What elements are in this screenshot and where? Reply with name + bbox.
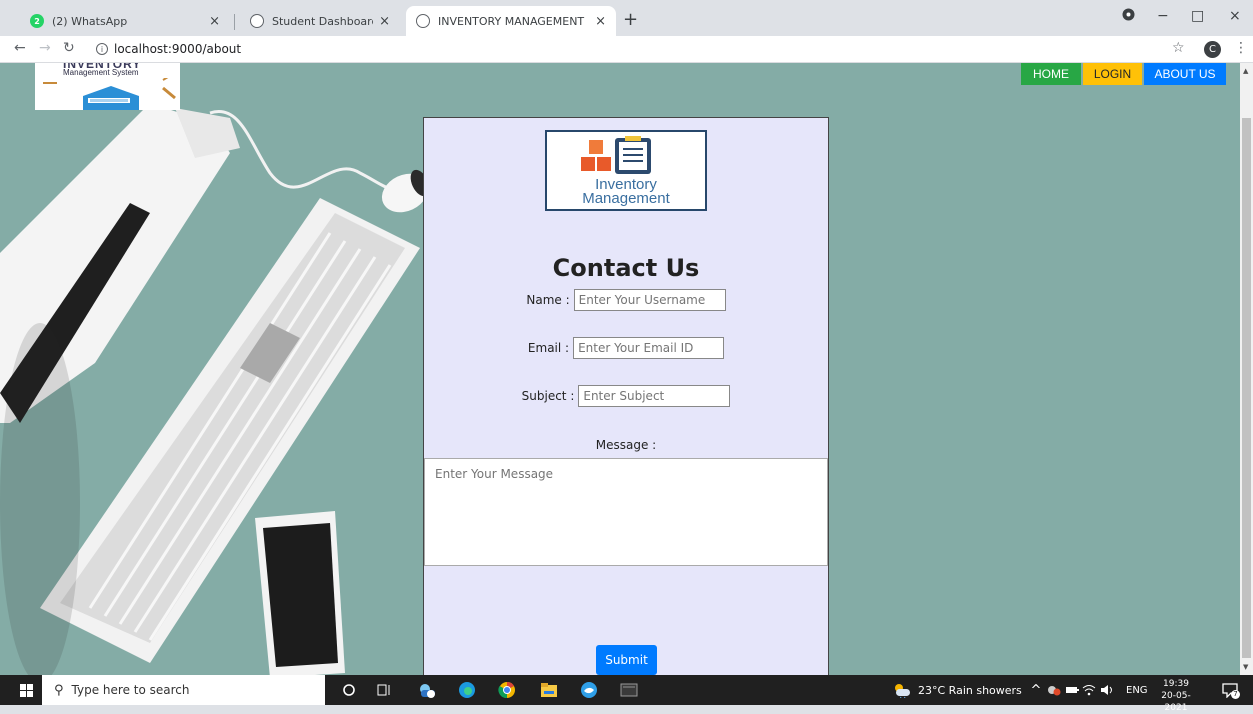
clock-date: 20-05-2021 (1161, 691, 1191, 713)
reload-icon[interactable]: ↻ (63, 40, 75, 56)
submit-button[interactable]: Submit (596, 645, 657, 675)
inventory-management-logo: Inventory Management (545, 130, 707, 211)
scrollbar-thumb[interactable] (1242, 118, 1251, 658)
logo-subtitle: Management System (63, 68, 139, 77)
address-bar[interactable]: i localhost:9000/about (96, 38, 1166, 60)
tab-separator (234, 14, 235, 30)
store-app-icon[interactable] (580, 681, 598, 699)
nav-about-us-button[interactable]: ABOUT US (1144, 63, 1226, 85)
notification-center-icon[interactable]: 7 (1222, 682, 1240, 699)
tab-whatsapp[interactable]: 2 (2) WhatsApp × (20, 6, 230, 36)
contact-form-card: Inventory Management Contact Us Name : E… (423, 117, 829, 675)
warehouse-icon (43, 78, 176, 110)
new-tab-button[interactable]: + (623, 11, 638, 29)
name-label: Name : (526, 293, 570, 307)
tab-inventory-management[interactable]: INVENTORY MANAGEMENT | CO × (406, 6, 616, 36)
forward-icon[interactable]: → (39, 40, 51, 56)
notification-count: 7 (1231, 690, 1240, 699)
message-label: Message : (595, 438, 657, 452)
extension-icon[interactable] (1122, 8, 1135, 25)
cortana-icon[interactable] (340, 681, 358, 699)
system-clock[interactable]: 19:39 20-05-2021 (1156, 678, 1196, 714)
weather-cloud-icon (893, 681, 911, 699)
close-icon[interactable]: × (379, 14, 390, 29)
info-icon[interactable]: i (96, 43, 108, 55)
tab-title: Student Dashboard (272, 14, 374, 28)
volume-icon[interactable] (1098, 681, 1116, 699)
windows-taskbar: ⚲ Type here to search 1 23°C Rain shower… (0, 675, 1253, 713)
battery-icon[interactable] (1063, 681, 1081, 699)
subject-label: Subject : (521, 389, 575, 403)
search-icon: ⚲ (54, 682, 64, 698)
taskbar-search-box[interactable]: ⚲ Type here to search (42, 675, 325, 705)
url-text: localhost:9000/about (114, 42, 242, 56)
email-row: Email : (424, 337, 828, 359)
email-input[interactable] (573, 337, 725, 359)
globe-icon (416, 14, 430, 28)
close-window-button[interactable]: × (1229, 8, 1241, 24)
network-activity-icon[interactable] (1045, 681, 1063, 699)
boxes-clipboard-icon (581, 136, 651, 174)
task-view-icon[interactable] (375, 681, 393, 699)
scroll-up-icon[interactable]: ▲ (1243, 67, 1248, 75)
nav-home-button[interactable]: HOME (1021, 63, 1081, 85)
menu-icon[interactable]: ⋮ (1234, 40, 1248, 56)
name-row: Name : (424, 289, 828, 311)
site-logo[interactable]: INVENTORY Management System (35, 63, 180, 110)
message-textarea[interactable] (424, 458, 828, 566)
scroll-down-icon[interactable]: ▼ (1243, 663, 1248, 671)
page-viewport: INVENTORY Management System HOME LOGIN A… (0, 63, 1240, 675)
minimize-button[interactable]: − (1157, 8, 1169, 24)
globe-icon (250, 14, 264, 28)
bookmark-star-icon[interactable]: ☆ (1172, 40, 1185, 56)
file-explorer-icon[interactable] (540, 681, 558, 699)
weather-text[interactable]: 23°C Rain showers (918, 675, 1022, 705)
profile-avatar[interactable]: C (1204, 41, 1221, 58)
page-scrollbar[interactable]: ▲ ▼ (1240, 63, 1253, 675)
chrome-icon[interactable] (498, 681, 516, 699)
terminal-icon[interactable] (620, 681, 638, 699)
tab-student-dashboard[interactable]: Student Dashboard × (240, 6, 400, 36)
pinned-badge: 1 (428, 690, 434, 699)
maximize-button[interactable]: □ (1191, 8, 1204, 24)
clock-time: 19:39 (1163, 679, 1189, 689)
nav-login-button[interactable]: LOGIN (1083, 63, 1142, 85)
subject-row: Subject : (424, 385, 828, 407)
subject-input[interactable] (578, 385, 731, 407)
back-icon[interactable]: ← (14, 40, 26, 56)
tab-strip: 2 (2) WhatsApp × Student Dashboard × INV… (0, 0, 1253, 36)
search-placeholder: Type here to search (71, 683, 190, 697)
tab-title: (2) WhatsApp (52, 14, 128, 28)
chevron-up-icon[interactable]: ^ (1027, 681, 1045, 699)
windows-start-icon[interactable] (20, 684, 33, 697)
name-input[interactable] (573, 289, 726, 311)
email-label: Email : (527, 341, 570, 355)
contact-heading: Contact Us (552, 254, 700, 282)
weather-app-icon[interactable]: 1 (418, 681, 436, 699)
tab-title: INVENTORY MANAGEMENT | CO (438, 14, 589, 28)
logo-line-2: Management (582, 190, 670, 207)
wifi-icon[interactable] (1080, 681, 1098, 699)
language-indicator[interactable]: ENG (1126, 675, 1148, 705)
close-icon[interactable]: × (595, 14, 606, 29)
edge-icon[interactable] (458, 681, 476, 699)
close-icon[interactable]: × (209, 14, 220, 29)
browser-toolbar: ← → ↻ i localhost:9000/about ☆ C ⋮ (0, 36, 1253, 63)
whatsapp-icon: 2 (30, 14, 44, 28)
